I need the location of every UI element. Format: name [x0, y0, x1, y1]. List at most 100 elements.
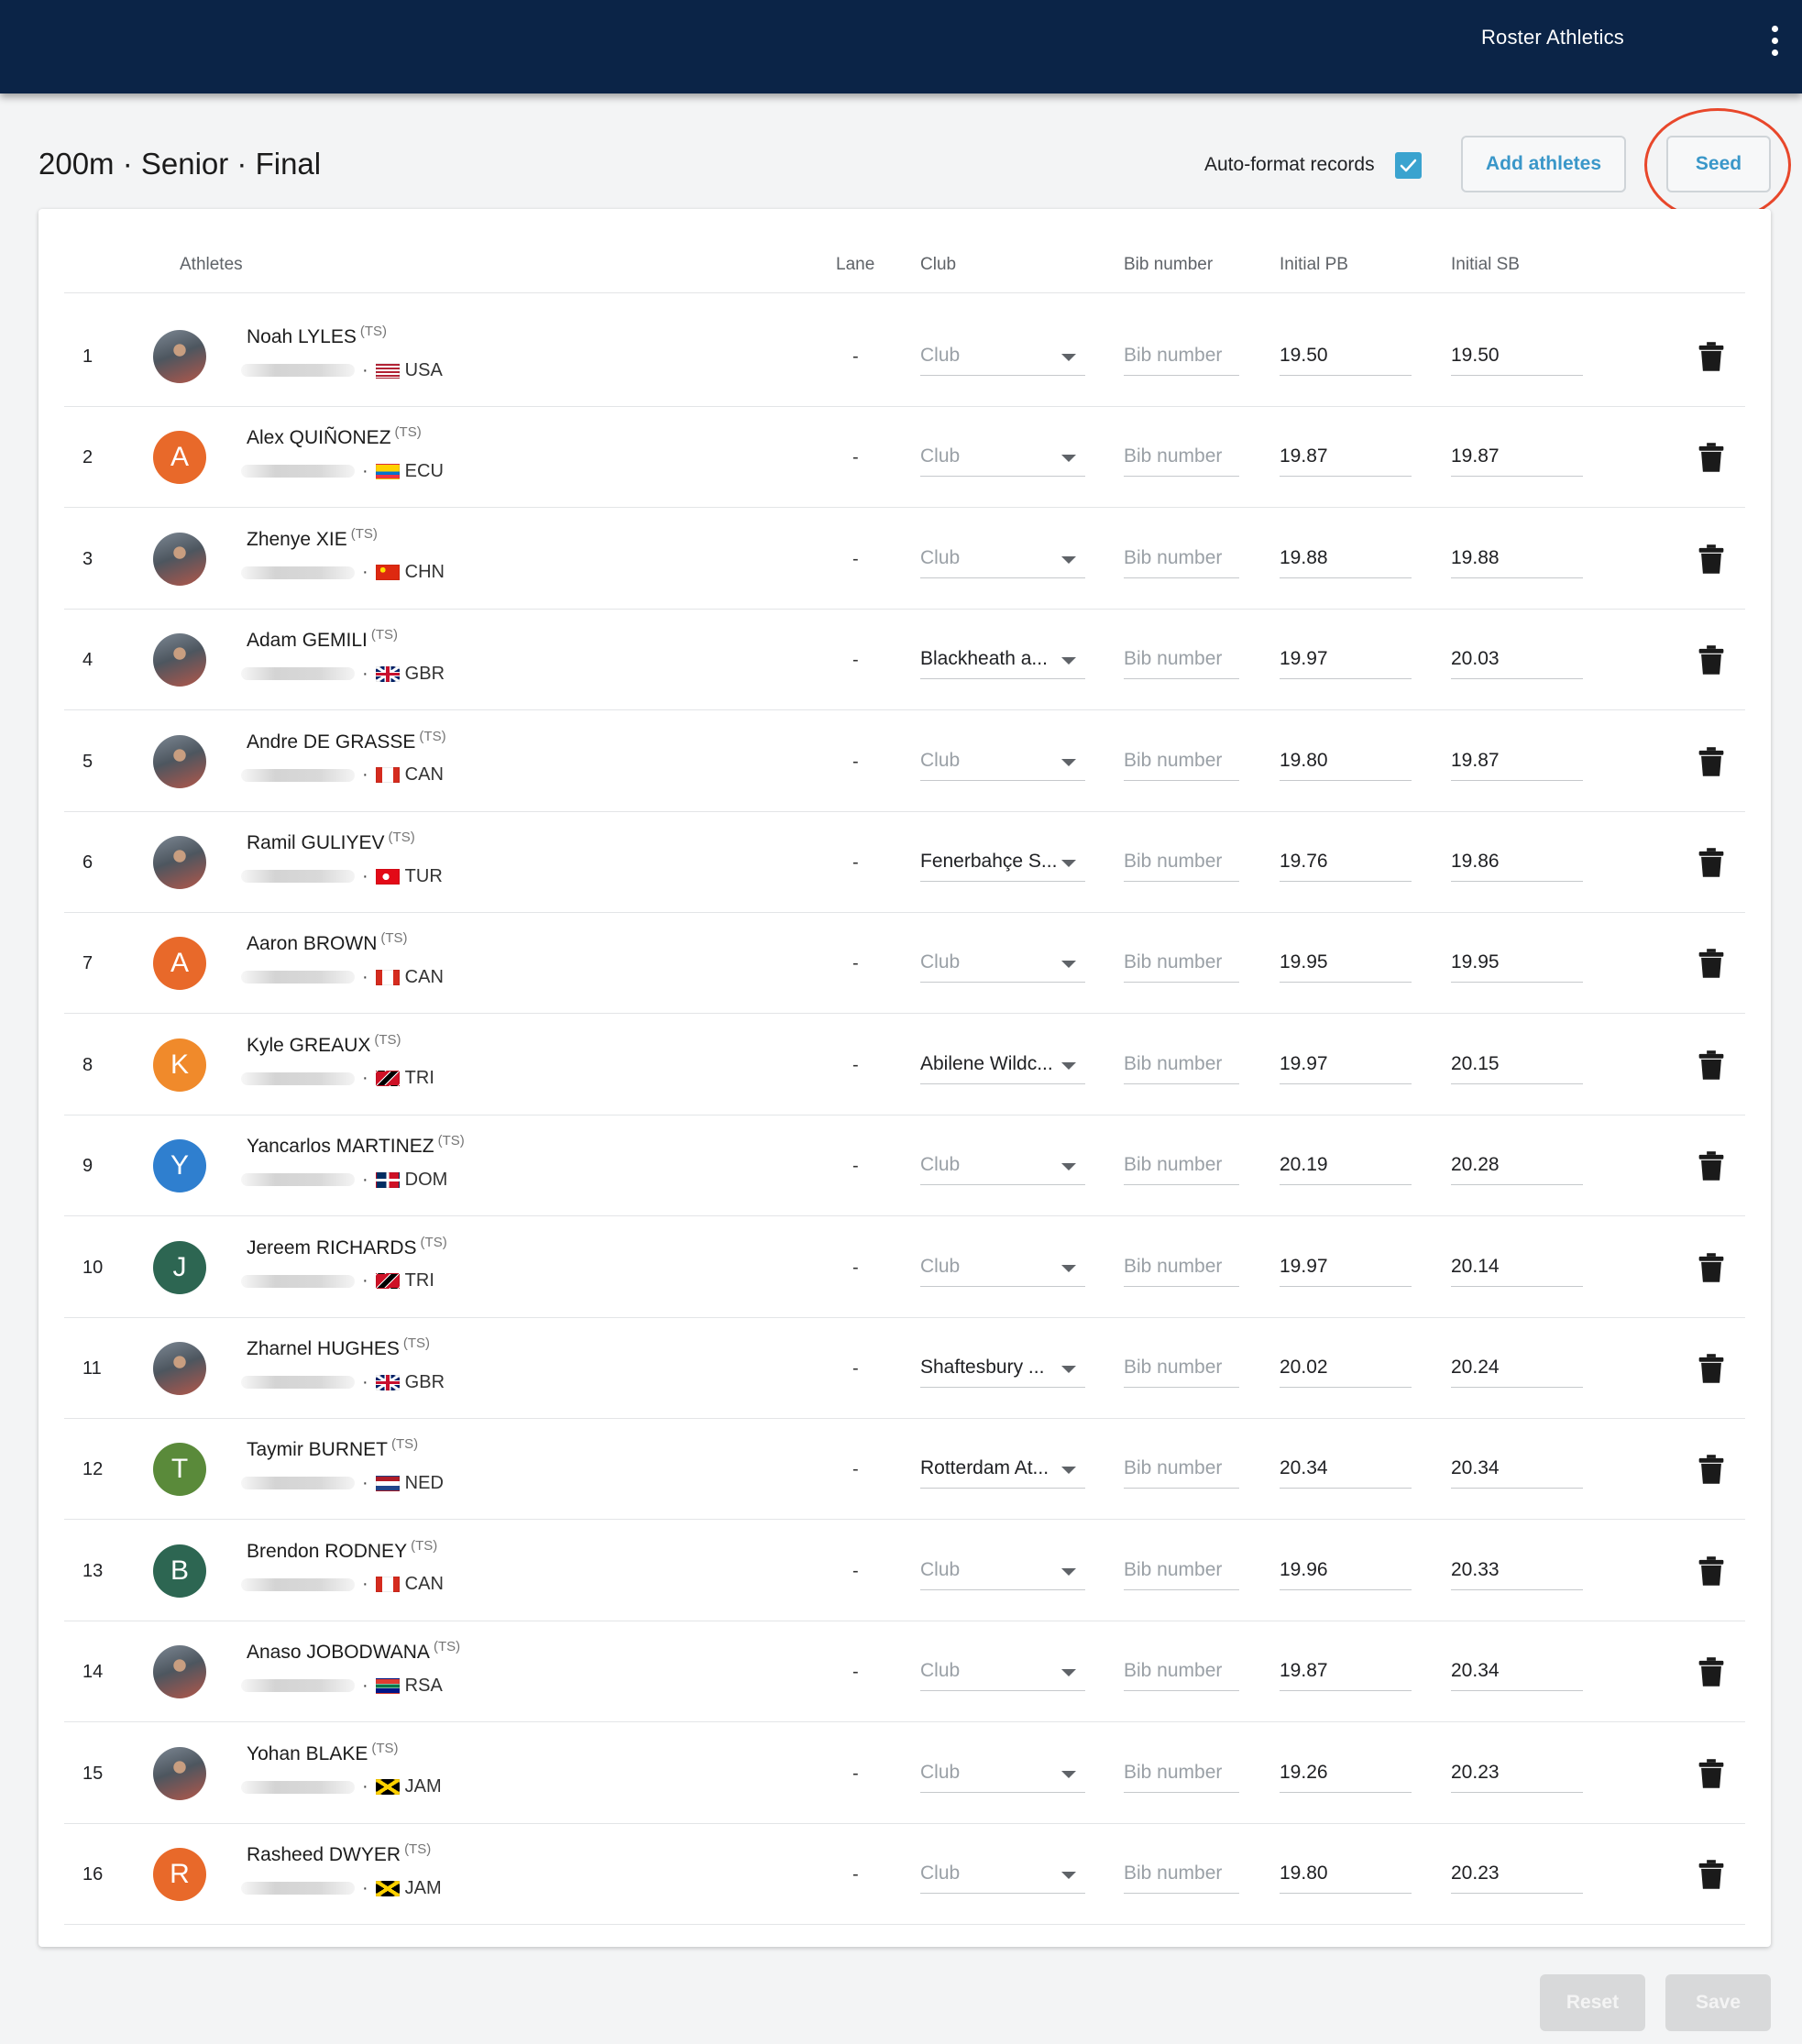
- initial-pb-input[interactable]: 19.80: [1280, 744, 1412, 781]
- trash-icon[interactable]: [1698, 442, 1725, 473]
- athlete-name-line[interactable]: Jereem RICHARDS (TS): [247, 1235, 447, 1259]
- club-select[interactable]: Shaftesbury ...: [920, 1351, 1085, 1388]
- initial-pb-input[interactable]: 20.19: [1280, 1148, 1412, 1186]
- athlete-name[interactable]: Kyle GREAUX: [247, 1035, 370, 1056]
- athlete-name-line[interactable]: Kyle GREAUX (TS): [247, 1032, 401, 1057]
- bib-number-input[interactable]: Bib number: [1124, 1048, 1239, 1084]
- club-select[interactable]: Club: [920, 1654, 1085, 1692]
- initial-pb-input[interactable]: 19.50: [1280, 339, 1412, 376]
- bib-number-input[interactable]: Bib number: [1124, 1452, 1239, 1489]
- initial-pb-input[interactable]: 19.97: [1280, 643, 1412, 680]
- initial-sb-input[interactable]: 19.88: [1451, 542, 1583, 578]
- initial-sb-input[interactable]: 20.15: [1451, 1048, 1583, 1084]
- athlete-name-line[interactable]: Brendon RODNEY (TS): [247, 1538, 437, 1563]
- club-select[interactable]: Club: [920, 542, 1085, 578]
- bib-number-input[interactable]: Bib number: [1124, 845, 1239, 882]
- kebab-menu-icon[interactable]: [1760, 22, 1789, 59]
- club-select[interactable]: Blackheath a...: [920, 643, 1085, 680]
- trash-icon[interactable]: [1698, 1150, 1725, 1181]
- save-button[interactable]: Save: [1665, 1974, 1771, 2031]
- athlete-name[interactable]: Zharnel HUGHES: [247, 1338, 400, 1359]
- athlete-name-line[interactable]: Andre DE GRASSE (TS): [247, 729, 446, 753]
- athlete-name-line[interactable]: Anaso JOBODWANA (TS): [247, 1639, 460, 1664]
- bib-number-input[interactable]: Bib number: [1124, 339, 1239, 376]
- trash-icon[interactable]: [1698, 1656, 1725, 1687]
- initial-sb-input[interactable]: 19.50: [1451, 339, 1583, 376]
- initial-sb-input[interactable]: 19.87: [1451, 744, 1583, 781]
- trash-icon[interactable]: [1698, 341, 1725, 372]
- bib-number-input[interactable]: Bib number: [1124, 643, 1239, 680]
- athlete-name-line[interactable]: Yancarlos MARTINEZ (TS): [247, 1133, 465, 1158]
- bib-number-input[interactable]: Bib number: [1124, 946, 1239, 984]
- athlete-name[interactable]: Aaron BROWN: [247, 933, 377, 954]
- athlete-name[interactable]: Brendon RODNEY: [247, 1541, 407, 1562]
- initial-sb-input[interactable]: 20.28: [1451, 1148, 1583, 1186]
- athlete-name[interactable]: Noah LYLES: [247, 326, 357, 347]
- reset-button[interactable]: Reset: [1540, 1974, 1645, 2031]
- athlete-name[interactable]: Andre DE GRASSE: [247, 731, 415, 753]
- trash-icon[interactable]: [1698, 1353, 1725, 1384]
- trash-icon[interactable]: [1698, 847, 1725, 878]
- bib-number-input[interactable]: Bib number: [1124, 744, 1239, 781]
- trash-icon[interactable]: [1698, 544, 1725, 575]
- athlete-name-line[interactable]: Zharnel HUGHES (TS): [247, 1335, 430, 1360]
- athlete-name[interactable]: Anaso JOBODWANA: [247, 1642, 430, 1663]
- athlete-name-line[interactable]: Yohan BLAKE (TS): [247, 1741, 399, 1765]
- club-select[interactable]: Club: [920, 1148, 1085, 1186]
- trash-icon[interactable]: [1698, 1252, 1725, 1283]
- club-select[interactable]: Fenerbahçe S...: [920, 845, 1085, 882]
- initial-sb-input[interactable]: 19.87: [1451, 440, 1583, 478]
- initial-pb-input[interactable]: 19.95: [1280, 946, 1412, 984]
- club-select[interactable]: Rotterdam At...: [920, 1452, 1085, 1489]
- trash-icon[interactable]: [1698, 948, 1725, 979]
- bib-number-input[interactable]: Bib number: [1124, 1554, 1239, 1590]
- initial-sb-input[interactable]: 20.24: [1451, 1351, 1583, 1388]
- initial-sb-input[interactable]: 20.14: [1451, 1250, 1583, 1287]
- bib-number-input[interactable]: Bib number: [1124, 1148, 1239, 1186]
- club-select[interactable]: Club: [920, 1857, 1085, 1894]
- initial-pb-input[interactable]: 20.34: [1280, 1452, 1412, 1489]
- athlete-name[interactable]: Ramil GULIYEV: [247, 832, 385, 853]
- initial-pb-input[interactable]: 19.76: [1280, 845, 1412, 882]
- athlete-name[interactable]: Zhenye XIE: [247, 529, 347, 550]
- club-select[interactable]: Club: [920, 1250, 1085, 1287]
- bib-number-input[interactable]: Bib number: [1124, 1351, 1239, 1388]
- initial-sb-input[interactable]: 20.23: [1451, 1857, 1583, 1894]
- trash-icon[interactable]: [1698, 1049, 1725, 1081]
- initial-sb-input[interactable]: 20.23: [1451, 1756, 1583, 1793]
- initial-pb-input[interactable]: 20.02: [1280, 1351, 1412, 1388]
- initial-sb-input[interactable]: 20.03: [1451, 643, 1583, 680]
- athlete-name-line[interactable]: Ramil GULIYEV (TS): [247, 830, 415, 854]
- initial-pb-input[interactable]: 19.26: [1280, 1756, 1412, 1793]
- trash-icon[interactable]: [1698, 1454, 1725, 1485]
- initial-pb-input[interactable]: 19.97: [1280, 1250, 1412, 1287]
- athlete-name-line[interactable]: Taymir BURNET (TS): [247, 1436, 418, 1461]
- initial-pb-input[interactable]: 19.88: [1280, 542, 1412, 578]
- initial-sb-input[interactable]: 20.34: [1451, 1452, 1583, 1489]
- seed-button[interactable]: Seed: [1666, 136, 1771, 192]
- autoformat-checkbox[interactable]: [1395, 152, 1422, 179]
- bib-number-input[interactable]: Bib number: [1124, 1654, 1239, 1692]
- trash-icon[interactable]: [1698, 1859, 1725, 1890]
- athlete-name[interactable]: Jereem RICHARDS: [247, 1237, 417, 1258]
- bib-number-input[interactable]: Bib number: [1124, 440, 1239, 478]
- trash-icon[interactable]: [1698, 1758, 1725, 1789]
- initial-sb-input[interactable]: 19.86: [1451, 845, 1583, 882]
- trash-icon[interactable]: [1698, 644, 1725, 676]
- initial-sb-input[interactable]: 20.33: [1451, 1554, 1583, 1590]
- athlete-name-line[interactable]: Aaron BROWN (TS): [247, 930, 408, 955]
- athlete-name-line[interactable]: Alex QUIÑONEZ (TS): [247, 424, 422, 449]
- initial-pb-input[interactable]: 19.87: [1280, 1654, 1412, 1692]
- club-select[interactable]: Club: [920, 440, 1085, 478]
- athlete-name[interactable]: Yancarlos MARTINEZ: [247, 1136, 434, 1157]
- athlete-name[interactable]: Rasheed DWYER: [247, 1844, 401, 1865]
- athlete-name[interactable]: Alex QUIÑONEZ: [247, 427, 391, 448]
- initial-sb-input[interactable]: 19.95: [1451, 946, 1583, 984]
- add-athletes-button[interactable]: Add athletes: [1461, 136, 1626, 192]
- athlete-name-line[interactable]: Adam GEMILI (TS): [247, 627, 398, 652]
- athlete-name[interactable]: Adam GEMILI: [247, 630, 368, 651]
- initial-pb-input[interactable]: 19.96: [1280, 1554, 1412, 1590]
- club-select[interactable]: Club: [920, 744, 1085, 781]
- bib-number-input[interactable]: Bib number: [1124, 542, 1239, 578]
- bib-number-input[interactable]: Bib number: [1124, 1857, 1239, 1894]
